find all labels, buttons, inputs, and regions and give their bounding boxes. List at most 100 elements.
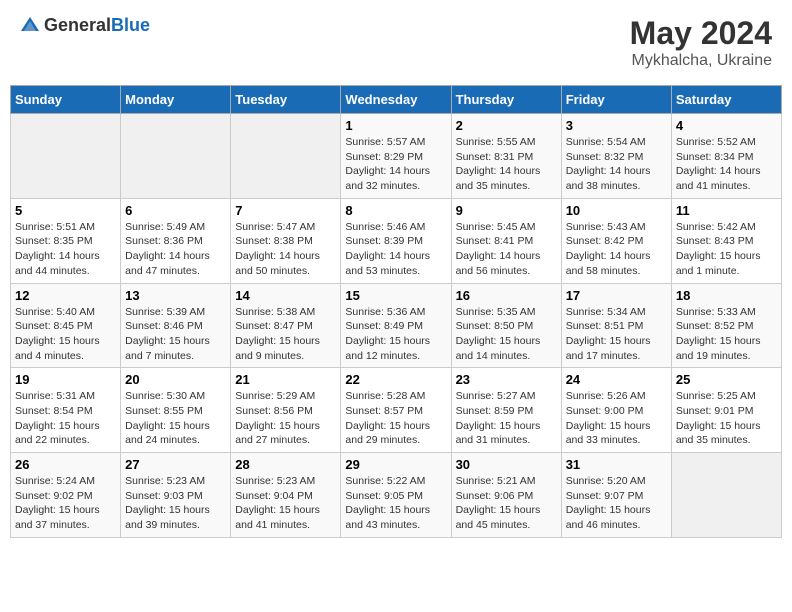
calendar-cell: 1 Sunrise: 5:57 AM Sunset: 8:29 PM Daylig… xyxy=(341,114,451,199)
day-number: 16 xyxy=(456,288,557,303)
calendar-cell: 26Sunrise: 5:24 AM Sunset: 9:02 PM Dayli… xyxy=(11,453,121,538)
calendar-cell: 8 Sunrise: 5:46 AM Sunset: 8:39 PM Daylig… xyxy=(341,198,451,283)
calendar-cell: 7 Sunrise: 5:47 AM Sunset: 8:38 PM Daylig… xyxy=(231,198,341,283)
calendar-cell: 2 Sunrise: 5:55 AM Sunset: 8:31 PM Daylig… xyxy=(451,114,561,199)
day-info: Sunrise: 5:29 AM Sunset: 8:56 PM Dayligh… xyxy=(235,389,336,448)
header-tuesday: Tuesday xyxy=(231,86,341,114)
day-number: 23 xyxy=(456,372,557,387)
calendar-cell xyxy=(231,114,341,199)
calendar-cell: 9 Sunrise: 5:45 AM Sunset: 8:41 PM Daylig… xyxy=(451,198,561,283)
day-number: 8 xyxy=(345,203,446,218)
calendar-cell: 19 Sunrise: 5:31 AM Sunset: 8:54 PM Dayli… xyxy=(11,368,121,453)
day-info: Sunrise: 5:51 AM Sunset: 8:35 PM Dayligh… xyxy=(15,220,116,279)
logo-general-text: General xyxy=(44,15,111,35)
calendar-table: SundayMondayTuesdayWednesdayThursdayFrid… xyxy=(10,85,782,538)
day-info: Sunrise: 5:49 AM Sunset: 8:36 PM Dayligh… xyxy=(125,220,226,279)
day-number: 19 xyxy=(15,372,116,387)
calendar-cell: 10 Sunrise: 5:43 AM Sunset: 8:42 PM Dayli… xyxy=(561,198,671,283)
day-number: 28 xyxy=(235,457,336,472)
calendar-cell: 5 Sunrise: 5:51 AM Sunset: 8:35 PM Daylig… xyxy=(11,198,121,283)
day-number: 11 xyxy=(676,203,777,218)
day-number: 15 xyxy=(345,288,446,303)
calendar-cell xyxy=(11,114,121,199)
day-info: Sunrise: 5:39 AM Sunset: 8:46 PM Dayligh… xyxy=(125,305,226,364)
calendar-cell: 28Sunrise: 5:23 AM Sunset: 9:04 PM Dayli… xyxy=(231,453,341,538)
header-monday: Monday xyxy=(121,86,231,114)
day-number: 14 xyxy=(235,288,336,303)
calendar-week-5: 26Sunrise: 5:24 AM Sunset: 9:02 PM Dayli… xyxy=(11,453,782,538)
day-info: Sunrise: 5:27 AM Sunset: 8:59 PM Dayligh… xyxy=(456,389,557,448)
calendar-cell: 25 Sunrise: 5:25 AM Sunset: 9:01 PM Dayli… xyxy=(671,368,781,453)
calendar-cell: 24 Sunrise: 5:26 AM Sunset: 9:00 PM Dayli… xyxy=(561,368,671,453)
day-number: 20 xyxy=(125,372,226,387)
header-wednesday: Wednesday xyxy=(341,86,451,114)
day-number: 27 xyxy=(125,457,226,472)
day-number: 5 xyxy=(15,203,116,218)
day-info: Sunrise: 5:47 AM Sunset: 8:38 PM Dayligh… xyxy=(235,220,336,279)
day-number: 1 xyxy=(345,118,446,133)
day-number: 12 xyxy=(15,288,116,303)
day-info: Sunrise: 5:30 AM Sunset: 8:55 PM Dayligh… xyxy=(125,389,226,448)
day-info: Sunrise: 5:43 AM Sunset: 8:42 PM Dayligh… xyxy=(566,220,667,279)
calendar-cell: 14 Sunrise: 5:38 AM Sunset: 8:47 PM Dayli… xyxy=(231,283,341,368)
logo-icon xyxy=(20,16,40,36)
calendar-cell: 11 Sunrise: 5:42 AM Sunset: 8:43 PM Dayli… xyxy=(671,198,781,283)
day-info: Sunrise: 5:35 AM Sunset: 8:50 PM Dayligh… xyxy=(456,305,557,364)
calendar-cell xyxy=(671,453,781,538)
day-info: Sunrise: 5:46 AM Sunset: 8:39 PM Dayligh… xyxy=(345,220,446,279)
day-number: 29 xyxy=(345,457,446,472)
day-info: Sunrise: 5:42 AM Sunset: 8:43 PM Dayligh… xyxy=(676,220,777,279)
logo: GeneralBlue xyxy=(20,15,150,36)
day-number: 22 xyxy=(345,372,446,387)
calendar-cell: 22 Sunrise: 5:28 AM Sunset: 8:57 PM Dayli… xyxy=(341,368,451,453)
day-number: 24 xyxy=(566,372,667,387)
calendar-cell: 6 Sunrise: 5:49 AM Sunset: 8:36 PM Daylig… xyxy=(121,198,231,283)
day-info: Sunrise: 5:20 AM Sunset: 9:07 PM Dayligh… xyxy=(566,474,667,533)
calendar-cell: 29 Sunrise: 5:22 AM Sunset: 9:05 PM Dayli… xyxy=(341,453,451,538)
day-number: 13 xyxy=(125,288,226,303)
header-thursday: Thursday xyxy=(451,86,561,114)
day-number: 4 xyxy=(676,118,777,133)
day-info: Sunrise: 5:40 AM Sunset: 8:45 PM Dayligh… xyxy=(15,305,116,364)
day-info: Sunrise: 5:21 AM Sunset: 9:06 PM Dayligh… xyxy=(456,474,557,533)
day-number: 7 xyxy=(235,203,336,218)
day-number: 30 xyxy=(456,457,557,472)
day-number: 2 xyxy=(456,118,557,133)
title-block: May 2024 Mykhalcha, Ukraine xyxy=(630,15,772,70)
calendar-cell: 23 Sunrise: 5:27 AM Sunset: 8:59 PM Dayli… xyxy=(451,368,561,453)
day-number: 26 xyxy=(15,457,116,472)
day-info: Sunrise: 5:45 AM Sunset: 8:41 PM Dayligh… xyxy=(456,220,557,279)
calendar-cell: 15 Sunrise: 5:36 AM Sunset: 8:49 PM Dayli… xyxy=(341,283,451,368)
day-number: 9 xyxy=(456,203,557,218)
page-header: GeneralBlue May 2024 Mykhalcha, Ukraine xyxy=(10,10,782,75)
day-info: Sunrise: 5:25 AM Sunset: 9:01 PM Dayligh… xyxy=(676,389,777,448)
calendar-week-3: 12 Sunrise: 5:40 AM Sunset: 8:45 PM Dayli… xyxy=(11,283,782,368)
calendar-cell: 16 Sunrise: 5:35 AM Sunset: 8:50 PM Dayli… xyxy=(451,283,561,368)
calendar-header-row: SundayMondayTuesdayWednesdayThursdayFrid… xyxy=(11,86,782,114)
calendar-week-2: 5 Sunrise: 5:51 AM Sunset: 8:35 PM Daylig… xyxy=(11,198,782,283)
header-sunday: Sunday xyxy=(11,86,121,114)
calendar-cell xyxy=(121,114,231,199)
day-info: Sunrise: 5:22 AM Sunset: 9:05 PM Dayligh… xyxy=(345,474,446,533)
logo-blue-text: Blue xyxy=(111,15,150,35)
day-info: Sunrise: 5:55 AM Sunset: 8:31 PM Dayligh… xyxy=(456,135,557,194)
calendar-cell: 20 Sunrise: 5:30 AM Sunset: 8:55 PM Dayli… xyxy=(121,368,231,453)
calendar-cell: 17Sunrise: 5:34 AM Sunset: 8:51 PM Dayli… xyxy=(561,283,671,368)
day-info: Sunrise: 5:31 AM Sunset: 8:54 PM Dayligh… xyxy=(15,389,116,448)
day-number: 6 xyxy=(125,203,226,218)
day-info: Sunrise: 5:36 AM Sunset: 8:49 PM Dayligh… xyxy=(345,305,446,364)
day-info: Sunrise: 5:26 AM Sunset: 9:00 PM Dayligh… xyxy=(566,389,667,448)
calendar-cell: 12 Sunrise: 5:40 AM Sunset: 8:45 PM Dayli… xyxy=(11,283,121,368)
header-friday: Friday xyxy=(561,86,671,114)
day-info: Sunrise: 5:57 AM Sunset: 8:29 PM Dayligh… xyxy=(345,135,446,194)
main-title: May 2024 xyxy=(630,15,772,52)
day-number: 10 xyxy=(566,203,667,218)
day-info: Sunrise: 5:38 AM Sunset: 8:47 PM Dayligh… xyxy=(235,305,336,364)
day-number: 25 xyxy=(676,372,777,387)
day-info: Sunrise: 5:28 AM Sunset: 8:57 PM Dayligh… xyxy=(345,389,446,448)
calendar-cell: 30 Sunrise: 5:21 AM Sunset: 9:06 PM Dayli… xyxy=(451,453,561,538)
calendar-week-1: 1 Sunrise: 5:57 AM Sunset: 8:29 PM Daylig… xyxy=(11,114,782,199)
day-number: 3 xyxy=(566,118,667,133)
day-info: Sunrise: 5:54 AM Sunset: 8:32 PM Dayligh… xyxy=(566,135,667,194)
calendar-cell: 3 Sunrise: 5:54 AM Sunset: 8:32 PM Daylig… xyxy=(561,114,671,199)
